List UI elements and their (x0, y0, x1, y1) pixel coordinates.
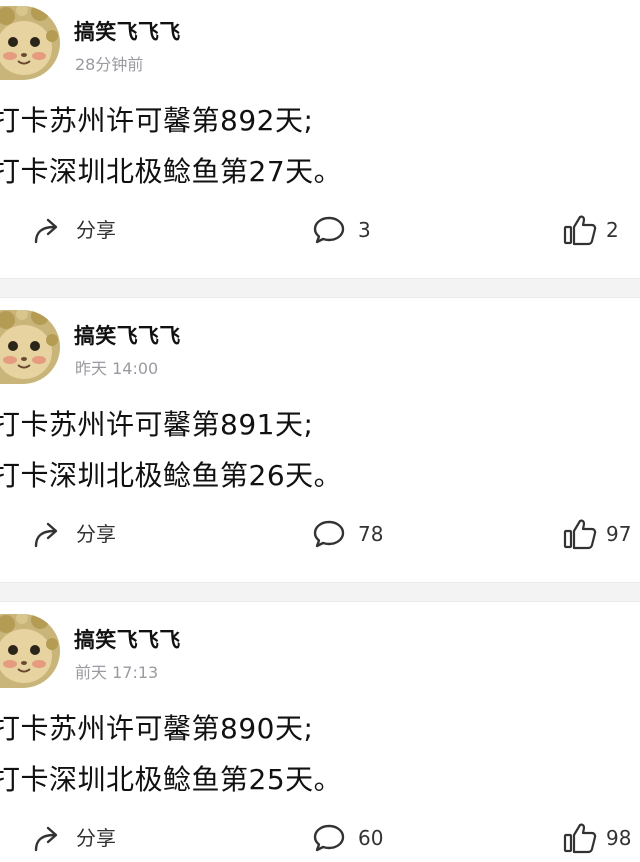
share-arrow-icon (30, 518, 64, 550)
comment-count: 78 (358, 522, 384, 546)
post-actions: 分享 78 97 (0, 514, 640, 554)
comment-button[interactable]: 3 (312, 210, 371, 250)
post-card: 搞笑飞飞飞 前天 17:13 打卡苏州许可馨第890天; 打卡深圳北极鲶鱼第25… (0, 608, 640, 862)
share-arrow-icon (30, 214, 64, 246)
username[interactable]: 搞笑飞飞飞 (74, 626, 181, 654)
comment-count: 60 (358, 826, 384, 850)
post-timestamp: 28分钟前 (75, 55, 144, 74)
like-button[interactable]: 98 (562, 818, 631, 858)
username[interactable]: 搞笑飞飞飞 (74, 18, 181, 46)
like-count: 98 (606, 826, 632, 850)
post-actions: 分享 3 2 (0, 210, 640, 250)
comment-button[interactable]: 78 (312, 514, 383, 554)
post-text-line: 打卡苏州许可馨第891天; (0, 408, 314, 441)
post-actions: 分享 60 98 (0, 818, 640, 858)
share-button[interactable]: 分享 (30, 514, 116, 554)
thumbs-up-icon (562, 213, 598, 247)
avatar[interactable] (0, 614, 60, 688)
post-timestamp: 昨天 14:00 (75, 359, 159, 378)
like-button[interactable]: 2 (562, 210, 619, 250)
comment-count: 3 (358, 218, 371, 242)
post-text-line: 打卡深圳北极鲶鱼第26天。 (0, 459, 343, 492)
post-divider (0, 278, 640, 298)
post-text-line: 打卡深圳北极鲶鱼第25天。 (0, 763, 343, 796)
share-label: 分享 (76, 522, 116, 546)
post-content[interactable]: 打卡苏州许可馨第891天; 打卡深圳北极鲶鱼第26天。 (0, 399, 342, 501)
share-button[interactable]: 分享 (30, 818, 116, 858)
post-content[interactable]: 打卡苏州许可馨第892天; 打卡深圳北极鲶鱼第27天。 (0, 95, 342, 197)
share-label: 分享 (76, 826, 116, 850)
post-card: 搞笑飞飞飞 昨天 14:00 打卡苏州许可馨第891天; 打卡深圳北极鲶鱼第26… (0, 304, 640, 576)
avatar[interactable] (0, 6, 60, 80)
like-button[interactable]: 97 (562, 514, 631, 554)
comment-bubble-icon (312, 214, 346, 246)
share-arrow-icon (30, 822, 64, 854)
thumbs-up-icon (562, 821, 598, 855)
post-divider (0, 582, 640, 602)
post-text-line: 打卡苏州许可馨第892天; (0, 104, 314, 137)
post-content[interactable]: 打卡苏州许可馨第890天; 打卡深圳北极鲶鱼第25天。 (0, 703, 342, 805)
post-text-line: 打卡苏州许可馨第890天; (0, 712, 314, 745)
avatar[interactable] (0, 310, 60, 384)
comment-bubble-icon (312, 518, 346, 550)
share-label: 分享 (76, 218, 116, 242)
comment-button[interactable]: 60 (312, 818, 383, 858)
feed: 搞笑飞飞飞 28分钟前 打卡苏州许可馨第892天; 打卡深圳北极鲶鱼第27天。 … (0, 0, 640, 862)
thumbs-up-icon (562, 517, 598, 551)
comment-bubble-icon (312, 822, 346, 854)
username[interactable]: 搞笑飞飞飞 (74, 322, 181, 350)
post-card: 搞笑飞飞飞 28分钟前 打卡苏州许可馨第892天; 打卡深圳北极鲶鱼第27天。 … (0, 0, 640, 272)
post-timestamp: 前天 17:13 (75, 663, 159, 682)
post-text-line: 打卡深圳北极鲶鱼第27天。 (0, 155, 343, 188)
like-count: 2 (606, 218, 619, 242)
share-button[interactable]: 分享 (30, 210, 116, 250)
like-count: 97 (606, 522, 632, 546)
